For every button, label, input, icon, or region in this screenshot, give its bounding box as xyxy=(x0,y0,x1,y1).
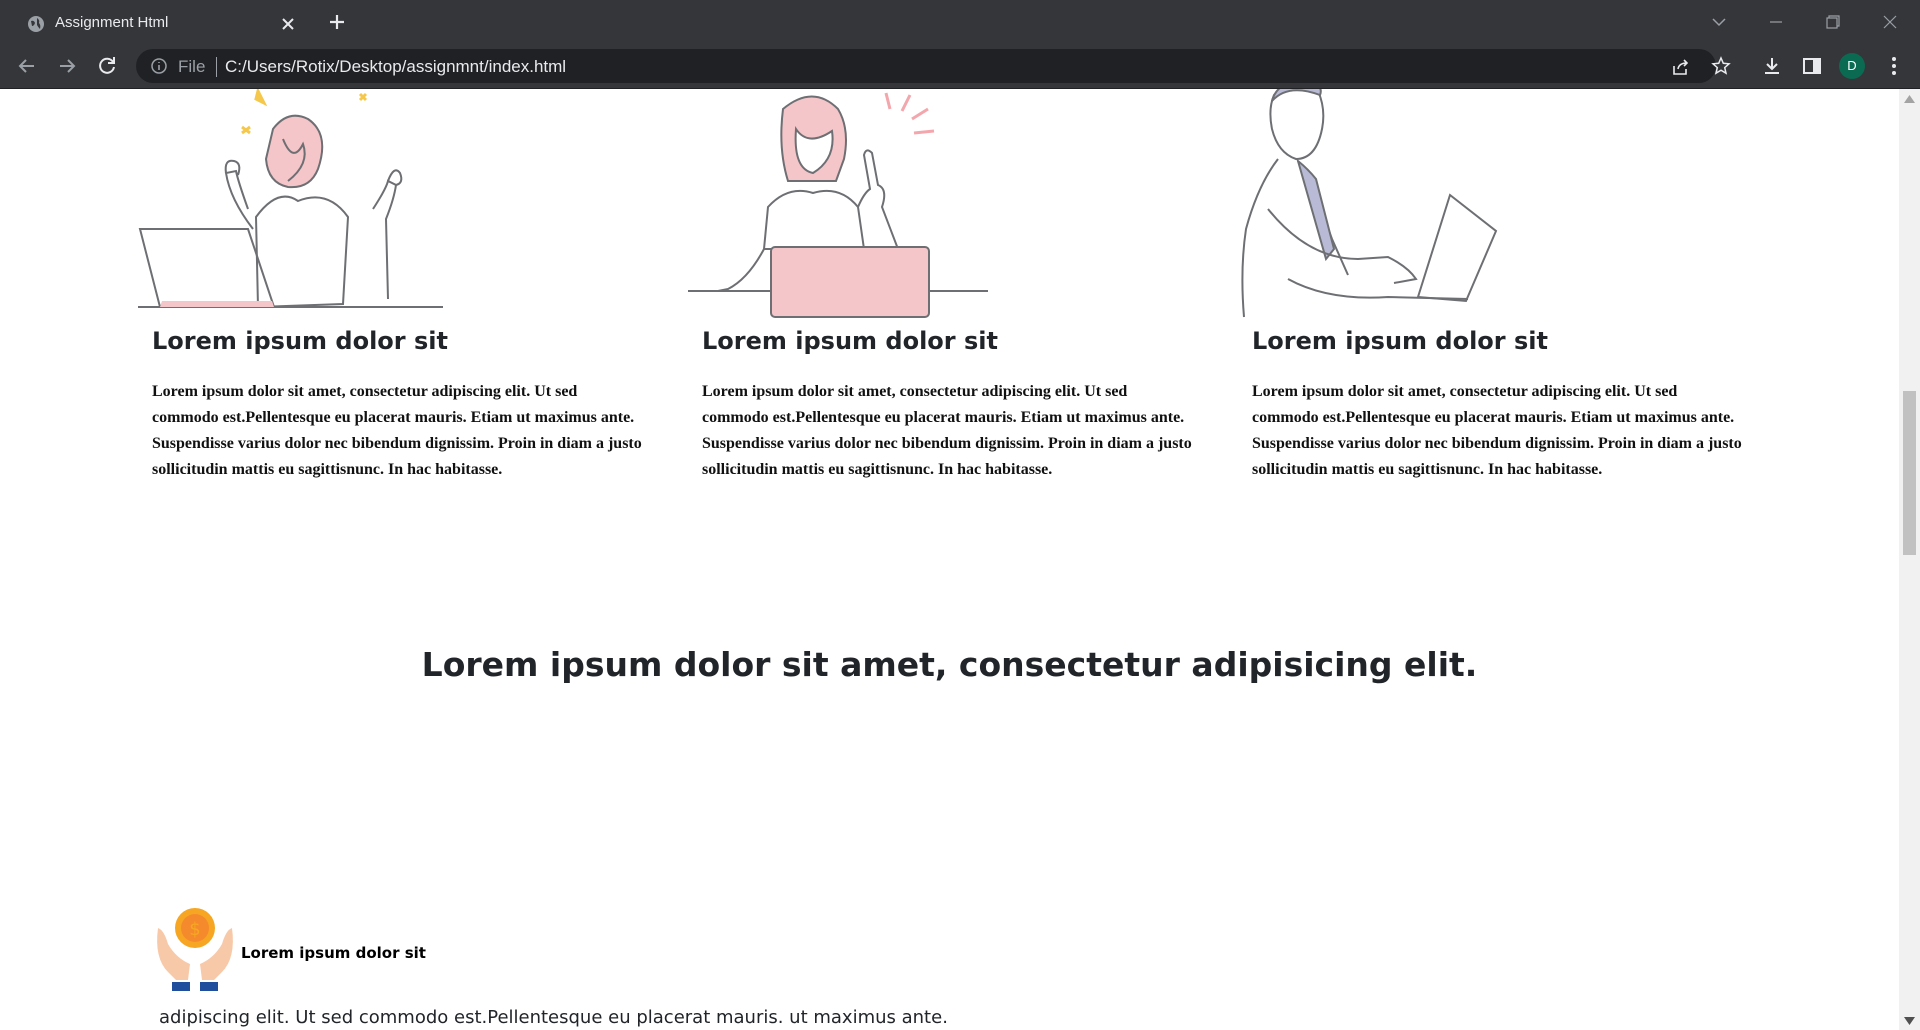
bookmark-star-icon[interactable] xyxy=(1710,55,1732,77)
back-icon[interactable] xyxy=(15,54,39,78)
close-tab-icon[interactable] xyxy=(278,14,298,34)
card-3-text: Lorem ipsum dolor sit amet, consectetur … xyxy=(1252,383,1742,478)
money-hands-icon: $ xyxy=(157,908,233,991)
woman-idea-laptop-illustration xyxy=(688,92,988,318)
card-1-title: Lorem ipsum dolor sit xyxy=(152,327,448,355)
tab-search-icon[interactable] xyxy=(1705,8,1733,36)
globe-icon xyxy=(28,16,44,32)
scroll-down-arrow-icon[interactable] xyxy=(1904,1017,1915,1025)
feature-text: adipiscing elit. Ut sed commodo est.Pell… xyxy=(159,1007,948,1028)
minimize-icon[interactable] xyxy=(1762,8,1790,36)
separator xyxy=(216,57,217,77)
address-bar[interactable]: File C:/Users/Rotix/Desktop/assignmnt/in… xyxy=(136,49,1731,83)
card-3-title: Lorem ipsum dolor sit xyxy=(1252,327,1548,355)
info-icon[interactable] xyxy=(150,57,168,75)
scroll-up-arrow-icon[interactable] xyxy=(1904,95,1915,103)
woman-celebrating-laptop-illustration xyxy=(138,89,443,309)
reload-icon[interactable] xyxy=(95,54,119,78)
tab-strip: Assignment Html xyxy=(0,0,1920,44)
download-icon[interactable] xyxy=(1760,54,1784,78)
menu-dots-icon[interactable] xyxy=(1882,54,1906,78)
browser-toolbar: File C:/Users/Rotix/Desktop/assignmnt/in… xyxy=(0,44,1920,89)
page-scrollbar[interactable] xyxy=(1899,89,1920,1030)
share-icon[interactable] xyxy=(1670,56,1692,78)
svg-text:$: $ xyxy=(189,919,200,940)
section-headline: Lorem ipsum dolor sit amet, consectetur … xyxy=(421,645,1478,684)
new-tab-icon[interactable] xyxy=(325,10,349,34)
card-2-text: Lorem ipsum dolor sit amet, consectetur … xyxy=(702,383,1192,478)
side-panel-icon[interactable] xyxy=(1800,54,1824,78)
browser-tab[interactable]: Assignment Html xyxy=(14,4,314,44)
feature-title: Lorem ipsum dolor sit xyxy=(241,944,426,962)
forward-icon[interactable] xyxy=(55,54,79,78)
card-2-title: Lorem ipsum dolor sit xyxy=(702,327,998,355)
man-typing-laptop-illustration xyxy=(1241,89,1498,318)
tab-title: Assignment Html xyxy=(55,14,169,31)
url-text[interactable]: C:/Users/Rotix/Desktop/assignmnt/index.h… xyxy=(225,57,566,77)
card-1-text: Lorem ipsum dolor sit amet, consectetur … xyxy=(152,383,642,478)
scroll-thumb[interactable] xyxy=(1903,391,1916,555)
close-window-icon[interactable] xyxy=(1876,8,1904,36)
profile-avatar[interactable]: D xyxy=(1839,53,1865,79)
restore-icon[interactable] xyxy=(1819,8,1847,36)
page-viewport: Lorem ipsum dolor sit Lorem ipsum dolor … xyxy=(0,89,1899,1030)
file-label: File xyxy=(178,57,206,76)
